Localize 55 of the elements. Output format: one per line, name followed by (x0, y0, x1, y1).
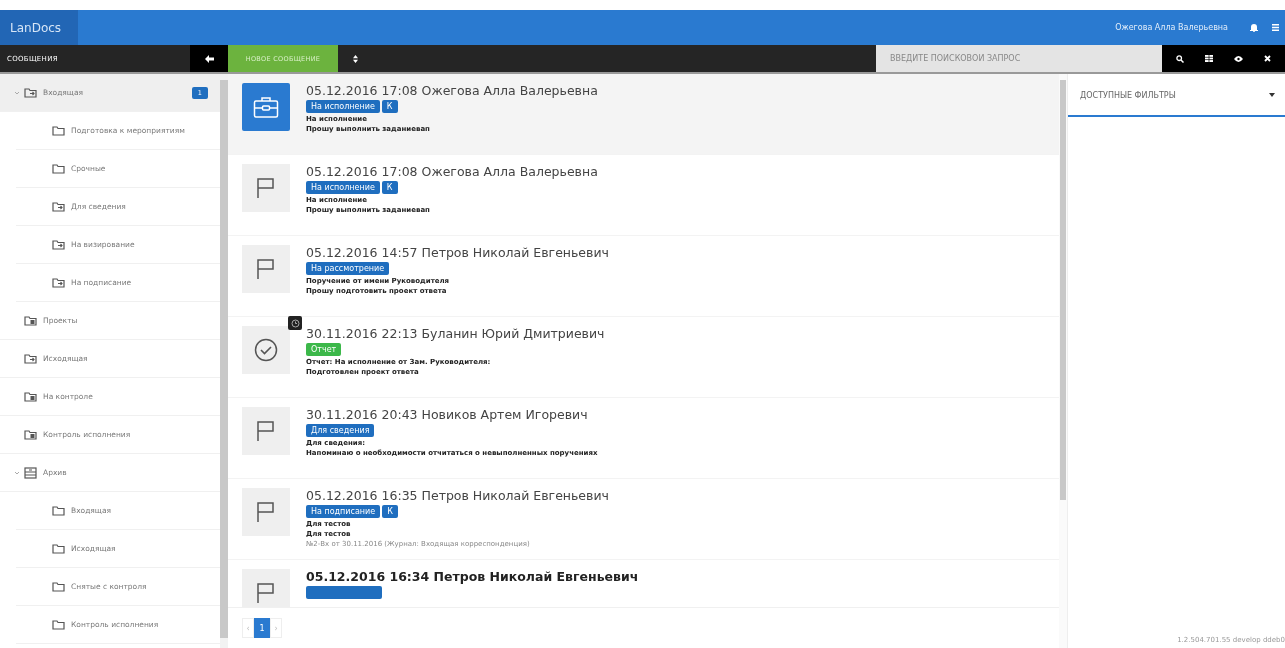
message-title: 05.12.2016 16:35 Петров Николай Евгеньевич (306, 488, 609, 503)
message-title: 30.11.2016 22:13 Буланин Юрий Дмитриевич (306, 326, 605, 341)
search-field[interactable]: ВВЕДИТЕ ПОИСКОВОЙ ЗАПРОС (876, 45, 1162, 72)
archive-icon (24, 466, 37, 479)
status-tag: На подписание (306, 505, 381, 518)
sort-icon (352, 54, 358, 63)
status-tag: На рассмотрение (306, 262, 390, 275)
status-tag: На исполнение (306, 100, 380, 113)
page-button[interactable]: 1 (254, 618, 270, 638)
message-title: 30.11.2016 20:43 Новиков Артем Игоревич (306, 407, 589, 422)
check-circle-icon (254, 338, 278, 362)
folder-icon (52, 239, 65, 250)
folder-icon (24, 315, 37, 326)
search-icon[interactable] (1176, 54, 1185, 63)
folder-icon (52, 581, 65, 592)
flag-icon (256, 177, 276, 199)
folder-icon (52, 505, 65, 516)
chevron-icon[interactable] (14, 469, 20, 476)
status-tag: Отчет (306, 343, 342, 356)
status-tag: К (382, 505, 398, 518)
status-tag: К (381, 181, 398, 194)
close-icon[interactable] (1263, 55, 1271, 62)
folder-icon (24, 87, 37, 98)
filters-dropdown[interactable]: ДОСТУПНЫЕ ФИЛЬТРЫ (1068, 75, 1285, 117)
menu-icon[interactable] (1272, 24, 1279, 31)
message-title: 05.12.2016 17:08 Ожегова Алла Валерьевна (306, 164, 598, 179)
message-title: 05.12.2016 17:08 Ожегова Алла Валерьевна (306, 83, 598, 98)
flag-icon (256, 258, 276, 280)
status-tag: К (381, 100, 398, 113)
back-button[interactable] (190, 45, 228, 72)
arrow-left-icon (204, 54, 214, 63)
folder-icon (52, 543, 65, 554)
user-name[interactable]: Ожегова Алла Валерьевна (1115, 23, 1228, 32)
folder-icon (24, 353, 37, 364)
caret-down-icon (1269, 93, 1275, 97)
folder-icon (24, 429, 37, 440)
folder-icon (24, 391, 37, 402)
briefcase-icon (253, 95, 279, 119)
grid-icon[interactable] (1205, 55, 1214, 62)
folder-icon (52, 277, 65, 288)
folder-icon (52, 201, 65, 212)
folder-icon (52, 125, 65, 136)
flag-icon (256, 501, 276, 523)
flag-icon (256, 420, 276, 442)
eye-icon[interactable] (1233, 55, 1243, 62)
flag-icon (256, 582, 276, 604)
filters-label: ДОСТУПНЫЕ ФИЛЬТРЫ (1080, 90, 1176, 100)
folder-icon (52, 163, 65, 174)
bell-icon[interactable] (1250, 23, 1258, 32)
folder-icon (52, 619, 65, 630)
message-title: 05.12.2016 16:34 Петров Николай Евгеньевич (306, 569, 639, 584)
app-logo[interactable]: LanDocs (0, 10, 78, 45)
status-tag: На исполнение (306, 181, 380, 194)
status-tag: Для сведения (306, 424, 375, 437)
message-title: 05.12.2016 14:57 Петров Николай Евгеньевич (306, 245, 609, 260)
